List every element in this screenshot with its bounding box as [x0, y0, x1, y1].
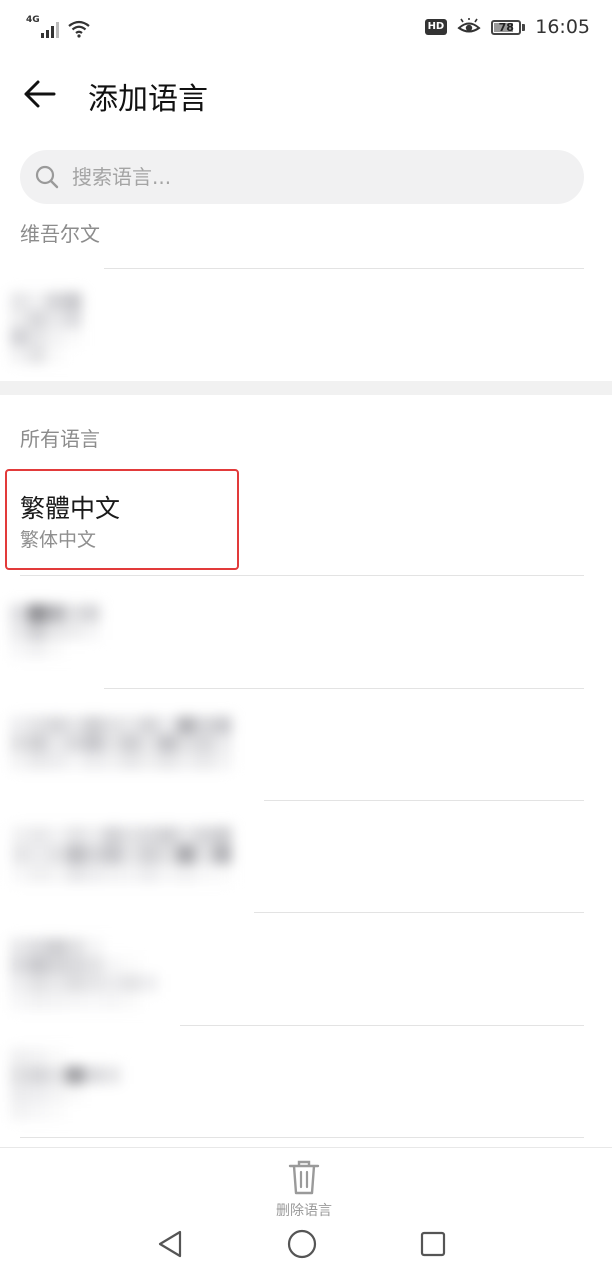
- nav-recents-button[interactable]: [415, 1226, 451, 1262]
- divider: [104, 688, 584, 689]
- divider: [180, 1025, 584, 1026]
- trash-icon: [288, 1160, 320, 1195]
- search-icon: [35, 165, 59, 189]
- divider: [264, 800, 584, 801]
- divider: [20, 575, 584, 576]
- nav-back-button[interactable]: [152, 1226, 188, 1262]
- blurred-language-item[interactable]: [10, 604, 102, 660]
- blurred-language-item[interactable]: [10, 716, 232, 772]
- divider: [254, 912, 584, 913]
- signal-icon: [40, 20, 59, 38]
- status-bar-right: HD 78 16:05: [424, 14, 590, 40]
- status-bar-left: 4G: [26, 12, 91, 38]
- page-title: 添加语言: [88, 82, 208, 117]
- wifi-icon: [67, 20, 90, 38]
- suggested-language-label: 维吾尔文: [20, 222, 100, 246]
- hd-badge: HD: [424, 19, 448, 35]
- blurred-language-item[interactable]: [12, 826, 232, 884]
- recents-square-icon: [420, 1231, 446, 1257]
- back-button[interactable]: [18, 76, 60, 112]
- bottom-bar-divider: [0, 1147, 612, 1148]
- delete-language-button[interactable]: 删除语言: [256, 1158, 352, 1232]
- search-bar[interactable]: [20, 150, 584, 204]
- blurred-language-item[interactable]: [10, 1048, 122, 1120]
- clock: 16:05: [535, 16, 590, 38]
- blurred-language-item[interactable]: [10, 938, 158, 1010]
- blurred-language-item[interactable]: [10, 292, 90, 372]
- language-item-title[interactable]: 繁體中文: [20, 489, 120, 525]
- back-triangle-icon: [158, 1230, 182, 1258]
- language-item-subtitle: 繁体中文: [20, 529, 97, 551]
- arrow-left-icon: [24, 80, 56, 108]
- eye-comfort-icon: [457, 18, 481, 33]
- battery-icon: 78: [491, 19, 526, 35]
- section-separator: [0, 381, 612, 395]
- delete-language-label: 删除语言: [276, 1203, 332, 1219]
- divider: [20, 1137, 584, 1138]
- divider: [104, 268, 584, 269]
- network-type: 4G: [26, 15, 40, 25]
- search-input[interactable]: [70, 164, 554, 190]
- all-languages-label: 所有语言: [20, 427, 100, 451]
- nav-home-button[interactable]: [284, 1226, 320, 1262]
- battery-level: 78: [498, 20, 514, 34]
- home-circle-icon: [287, 1229, 317, 1259]
